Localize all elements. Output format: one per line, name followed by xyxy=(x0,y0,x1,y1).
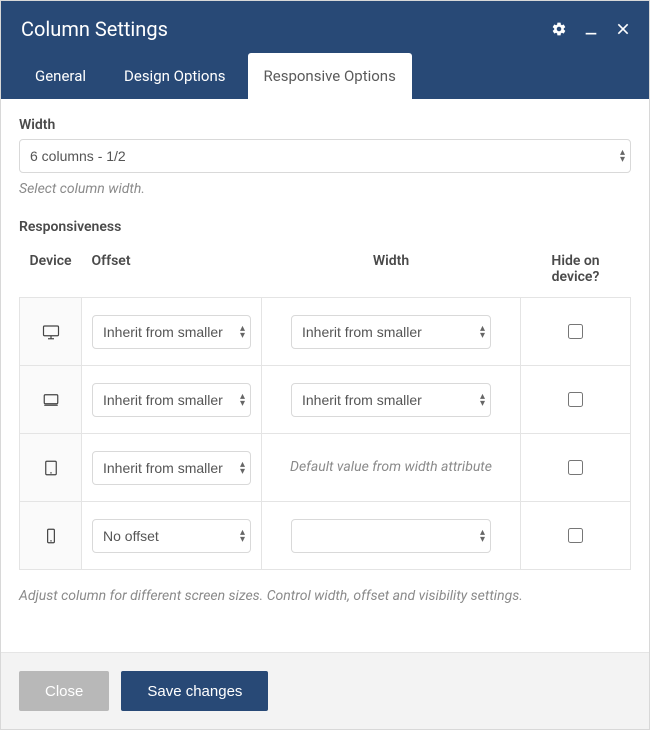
close-button[interactable]: Close xyxy=(19,671,109,711)
desktop-icon xyxy=(30,391,71,409)
responsiveness-footnote: Adjust column for different screen sizes… xyxy=(19,588,631,604)
offset-cell xyxy=(82,298,262,366)
hide-cell xyxy=(521,298,631,366)
modal-header: Column Settings General Design Options R… xyxy=(1,1,649,99)
tab-design-options[interactable]: Design Options xyxy=(108,53,242,99)
hide-cell xyxy=(521,366,631,434)
width-cell xyxy=(262,502,521,570)
col-hide: Hide on device? xyxy=(521,245,631,298)
desktop-large-icon xyxy=(30,323,71,341)
modal-body: Width Select column width. Responsivenes… xyxy=(1,99,649,652)
hide-checkbox[interactable] xyxy=(568,528,583,543)
width-select-row[interactable] xyxy=(291,315,491,349)
width-cell: Default value from width attribute xyxy=(262,434,521,502)
offset-select[interactable] xyxy=(92,383,251,417)
width-select-row[interactable] xyxy=(291,383,491,417)
save-button[interactable]: Save changes xyxy=(121,671,268,711)
col-width: Width xyxy=(262,245,521,298)
offset-cell xyxy=(82,502,262,570)
phone-icon xyxy=(30,527,71,545)
width-label: Width xyxy=(19,117,631,133)
tablet-icon xyxy=(30,459,71,477)
device-cell xyxy=(20,366,82,434)
offset-cell xyxy=(82,434,262,502)
modal-title: Column Settings xyxy=(21,17,551,41)
width-hint: Select column width. xyxy=(19,181,631,197)
hide-cell xyxy=(521,502,631,570)
col-offset: Offset xyxy=(82,245,262,298)
width-cell xyxy=(262,366,521,434)
responsiveness-table: Device Offset Width Hide on device? xyxy=(19,245,631,570)
header-top: Column Settings xyxy=(1,1,649,53)
close-icon[interactable] xyxy=(615,21,631,37)
minimize-icon[interactable] xyxy=(583,21,599,37)
device-cell xyxy=(20,298,82,366)
offset-select[interactable] xyxy=(92,519,251,553)
width-select-wrap xyxy=(19,139,631,173)
table-row xyxy=(20,298,631,366)
col-device: Device xyxy=(20,245,82,298)
gear-icon[interactable] xyxy=(551,21,567,37)
table-row xyxy=(20,366,631,434)
table-row: Default value from width attribute xyxy=(20,434,631,502)
column-settings-modal: Column Settings General Design Options R… xyxy=(0,0,650,730)
tab-general[interactable]: General xyxy=(19,53,102,99)
responsiveness-label: Responsiveness xyxy=(19,219,631,235)
offset-cell xyxy=(82,366,262,434)
offset-select[interactable] xyxy=(92,451,251,485)
width-select[interactable] xyxy=(19,139,631,173)
hide-checkbox[interactable] xyxy=(568,460,583,475)
tabs: General Design Options Responsive Option… xyxy=(1,53,649,99)
width-select-row[interactable] xyxy=(291,519,491,553)
table-row xyxy=(20,502,631,570)
hide-checkbox[interactable] xyxy=(568,392,583,407)
width-default-text: Default value from width attribute xyxy=(272,458,510,478)
device-cell xyxy=(20,502,82,570)
hide-checkbox[interactable] xyxy=(568,324,583,339)
tab-responsive-options[interactable]: Responsive Options xyxy=(248,53,412,99)
modal-footer: Close Save changes xyxy=(1,652,649,729)
device-cell xyxy=(20,434,82,502)
offset-select[interactable] xyxy=(92,315,251,349)
width-cell xyxy=(262,298,521,366)
hide-cell xyxy=(521,434,631,502)
header-actions xyxy=(551,21,631,37)
